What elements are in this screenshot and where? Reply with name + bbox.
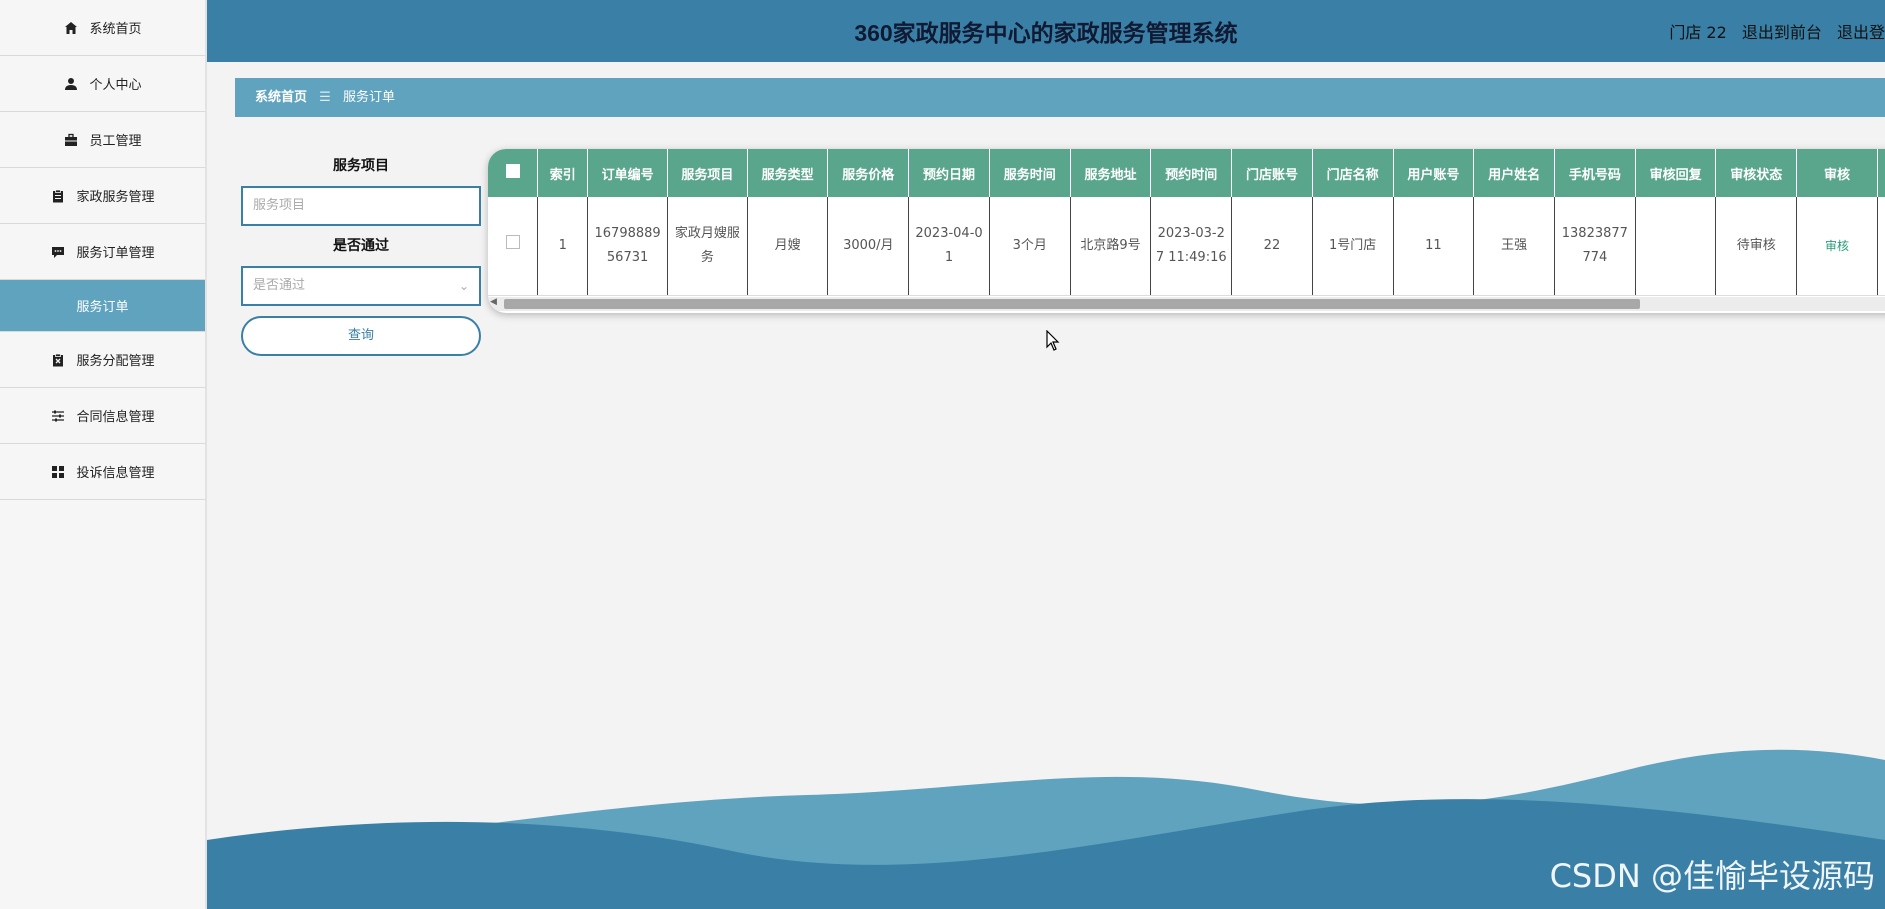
scroll-left-icon[interactable]: ◀	[490, 297, 497, 307]
top-header: 360家政服务中心的家政服务管理系统 门店 22 退出到前台 退出登	[207, 0, 1885, 62]
table-cell: 3个月	[989, 197, 1071, 296]
pass-placeholder: 是否通过	[253, 278, 306, 293]
current-user: 门店 22	[1669, 23, 1727, 42]
briefcase-icon	[63, 132, 79, 148]
column-header: 用户姓名	[1473, 149, 1555, 197]
breadcrumb-separator-icon: ☰	[319, 90, 331, 105]
pass-select[interactable]: 是否通过 ⌄	[241, 266, 481, 306]
scrollbar-thumb[interactable]	[504, 299, 1640, 309]
table-cell: 13823877774	[1554, 197, 1636, 296]
column-header: 索引	[537, 149, 589, 197]
column-header: 审核状态	[1715, 149, 1798, 197]
service-item-label: 服务项目	[333, 158, 389, 174]
logout-link[interactable]: 退出登	[1837, 23, 1885, 42]
sidebar-item-home[interactable]: 系统首页	[0, 0, 205, 56]
sidebar-item-label: 员工管理	[89, 134, 142, 149]
clipboard-x-icon	[50, 352, 66, 368]
column-header: 预约时间	[1150, 149, 1233, 197]
horizontal-scrollbar[interactable]: ◀	[488, 297, 1885, 311]
sidebar-item-profile[interactable]: 个人中心	[0, 56, 205, 112]
user-icon	[63, 76, 79, 92]
audit-button[interactable]: 审核	[1825, 239, 1849, 253]
table-cell: 待审核	[1715, 197, 1798, 296]
table-cell: 22	[1231, 197, 1313, 296]
column-header: 用户账号	[1393, 149, 1475, 197]
table-cell: 2023-03-27 11:49:16	[1150, 197, 1233, 296]
table-cell: 3000/月	[827, 197, 910, 296]
sidebar-item-label: 服务分配管理	[76, 354, 155, 369]
sidebar-item-staff[interactable]: 员工管理	[0, 112, 205, 168]
comment-icon	[50, 244, 66, 260]
column-header: 手机号码	[1554, 149, 1636, 197]
table-cell: 11	[1393, 197, 1475, 296]
audit-cell: 审核	[1796, 197, 1878, 296]
table-cell: 月嫂	[747, 197, 829, 296]
chevron-down-icon: ⌄	[458, 279, 469, 293]
sidebar-item-label: 个人中心	[89, 78, 142, 93]
table-cell-overflow	[1877, 197, 1885, 296]
grid-icon	[50, 464, 66, 480]
sidebar-item-label: 家政服务管理	[76, 190, 155, 205]
table-cell: 1	[537, 197, 589, 296]
table-cell: 1号门店	[1312, 197, 1394, 296]
app-title: 360家政服务中心的家政服务管理系统	[854, 20, 1238, 46]
watermark-text: CSDN @佳愉毕设源码	[1549, 857, 1875, 895]
column-header: 服务项目	[667, 149, 748, 197]
sliders-icon	[50, 408, 66, 424]
sidebar-item-label: 投诉信息管理	[76, 466, 155, 481]
sidebar-item-orders[interactable]: 服务订单	[0, 280, 205, 332]
table-cell: 家政月嫂服务	[667, 197, 748, 296]
table-cell: 2023-04-01	[908, 197, 990, 296]
sidebar-item-housekeeping[interactable]: 家政服务管理	[0, 168, 205, 224]
row-checkbox[interactable]	[488, 197, 539, 296]
sidebar-item-complaint[interactable]: 投诉信息管理	[0, 444, 205, 500]
pass-label: 是否通过	[333, 238, 389, 254]
column-header: 服务地址	[1070, 149, 1152, 197]
home-icon	[63, 20, 79, 36]
service-item-input[interactable]: 服务项目	[241, 186, 481, 226]
breadcrumb-current: 服务订单	[342, 90, 395, 105]
column-header: 预约日期	[908, 149, 990, 197]
mouse-cursor-icon	[1046, 329, 1060, 356]
sidebar-item-label: 服务订单	[76, 300, 129, 315]
header-actions: 门店 22 退出到前台 退出登	[1659, 0, 1885, 62]
sidebar-item-contract[interactable]: 合同信息管理	[0, 388, 205, 444]
search-panel: 服务项目 服务项目 是否通过 是否通过 ⌄ 查询	[241, 156, 481, 356]
back-to-front-link[interactable]: 退出到前台	[1742, 23, 1822, 42]
table-cell: 北京路9号	[1070, 197, 1152, 296]
orders-table-grid: 索引 订单编号 服务项目 服务类型 服务价格 预约日期 服务时间 服务地址 预约…	[488, 149, 1885, 296]
column-header: 服务时间	[989, 149, 1071, 197]
column-header: 订单编号	[587, 149, 668, 197]
table-row[interactable]: 1 1679888956731 家政月嫂服务 月嫂 3000/月 2023-04…	[488, 197, 1885, 296]
breadcrumb-home[interactable]: 系统首页	[255, 90, 307, 105]
column-header-overflow	[1877, 149, 1885, 197]
clipboard-icon	[50, 188, 66, 204]
orders-table: 索引 订单编号 服务项目 服务类型 服务价格 预约日期 服务时间 服务地址 预约…	[488, 149, 1885, 313]
table-header-row: 索引 订单编号 服务项目 服务类型 服务价格 预约日期 服务时间 服务地址 预约…	[488, 149, 1885, 197]
sidebar-item-label: 合同信息管理	[76, 410, 155, 425]
column-header: 服务价格	[827, 149, 910, 197]
column-header: 服务类型	[747, 149, 829, 197]
sidebar-item-label: 系统首页	[89, 22, 142, 37]
select-all-checkbox[interactable]	[488, 149, 539, 197]
column-header: 门店名称	[1312, 149, 1394, 197]
service-item-placeholder: 服务项目	[253, 198, 306, 213]
sidebar: 系统首页 个人中心 员工管理 家政服务管理 服务订单管理 服务订单 服务分配管理	[0, 0, 207, 909]
sidebar-item-label: 服务订单管理	[76, 246, 155, 261]
table-cell: 王强	[1473, 197, 1555, 296]
table-cell: 1679888956731	[587, 197, 668, 296]
sidebar-item-assignment[interactable]: 服务分配管理	[0, 332, 205, 388]
query-button[interactable]: 查询	[241, 316, 481, 356]
column-header: 审核回复	[1635, 149, 1717, 197]
column-header: 门店账号	[1231, 149, 1313, 197]
sidebar-item-order-mgmt[interactable]: 服务订单管理	[0, 224, 205, 280]
column-header: 审核	[1796, 149, 1878, 197]
breadcrumb: 系统首页 ☰ 服务订单	[235, 78, 1885, 117]
table-cell	[1635, 197, 1717, 296]
